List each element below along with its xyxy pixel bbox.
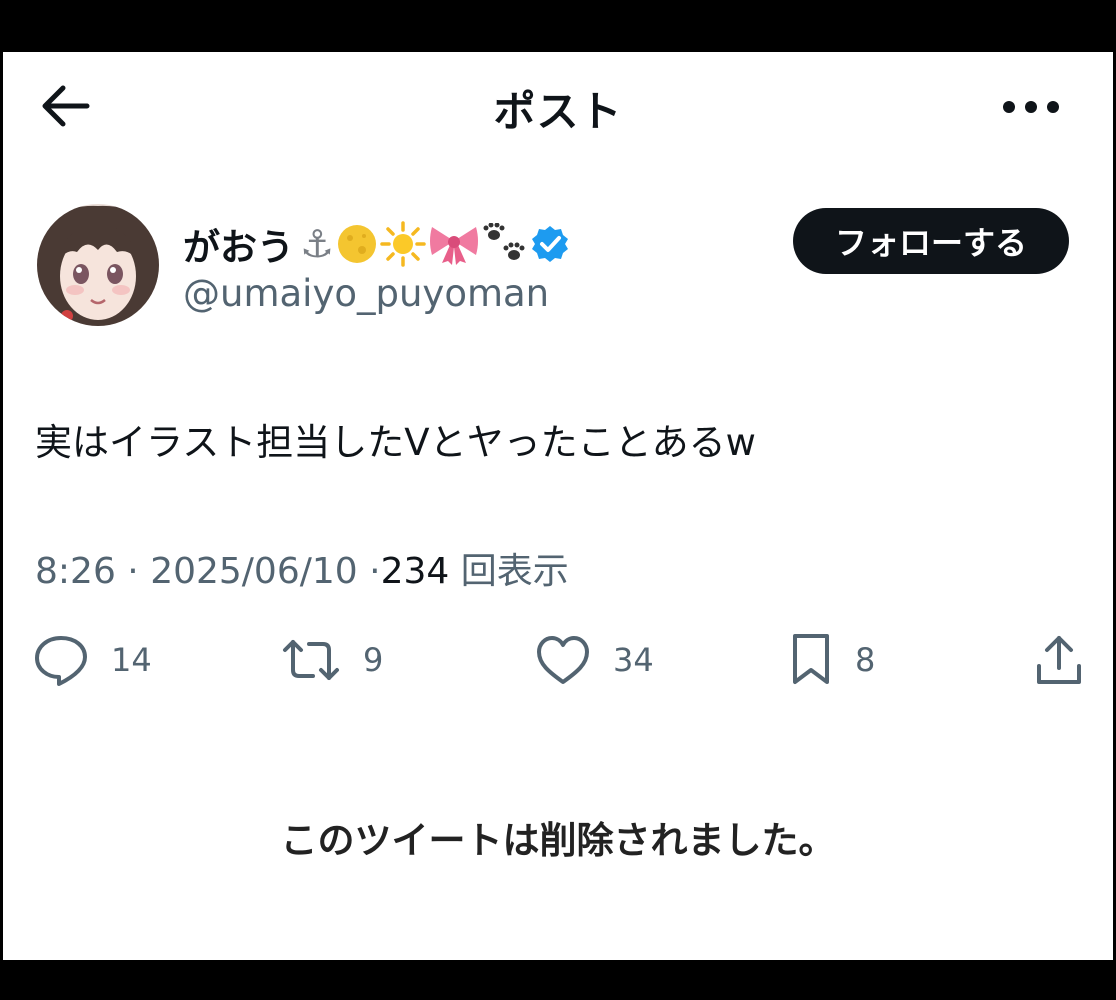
reply-count: 14 — [111, 641, 152, 679]
heart-icon — [537, 636, 589, 684]
paw-prints-emoji — [482, 223, 528, 265]
separator-dot: · — [369, 551, 381, 592]
bookmark-icon — [793, 634, 829, 684]
tweet-meta: 8:26 · 2025/06/10 ·234 回表示 — [35, 542, 569, 594]
page-title: ポスト — [493, 87, 623, 136]
user-handle[interactable]: @umaiyo_puyoman — [183, 272, 549, 315]
retweet-button[interactable]: 9 — [281, 630, 383, 690]
separator-dot: · — [127, 551, 151, 592]
avatar[interactable] — [37, 204, 159, 326]
share-button[interactable] — [1033, 630, 1085, 690]
display-name-text: がおう — [183, 226, 294, 269]
ribbon-emoji — [428, 223, 480, 265]
verified-badge-icon — [530, 224, 570, 264]
follow-button[interactable]: フォローする — [793, 208, 1069, 274]
post-screen: ポスト がおう ⚓ @umaiyo_puyoman フォローする 実はイラスト担… — [0, 52, 1116, 960]
retweet-icon — [283, 640, 339, 680]
share-icon — [1037, 636, 1081, 684]
full-moon-emoji — [336, 223, 378, 265]
display-name[interactable]: がおう ⚓ — [183, 216, 570, 272]
avatar-image — [37, 204, 159, 326]
views-label: 回表示 — [460, 551, 569, 592]
retweet-count: 9 — [363, 641, 384, 679]
anchor-emoji: ⚓ — [300, 222, 335, 266]
bookmark-button[interactable]: 8 — [789, 630, 875, 690]
like-button[interactable]: 34 — [535, 630, 654, 690]
sun-emoji — [380, 221, 426, 267]
reply-icon — [35, 636, 87, 686]
more-button[interactable] — [1001, 92, 1061, 122]
tweet-time[interactable]: 8:26 — [35, 551, 116, 592]
deleted-notice: このツイートは削除されました。 — [280, 819, 836, 862]
bookmark-count: 8 — [855, 641, 876, 679]
tweet-text: 実はイラスト担当したVとヤったことあるw — [35, 421, 756, 464]
more-horizontal-icon — [1003, 101, 1059, 113]
like-count: 34 — [613, 641, 654, 679]
reply-button[interactable]: 14 — [33, 630, 152, 690]
views-count[interactable]: 234 — [381, 551, 450, 592]
tweet-date[interactable]: 2025/06/10 — [150, 551, 358, 592]
